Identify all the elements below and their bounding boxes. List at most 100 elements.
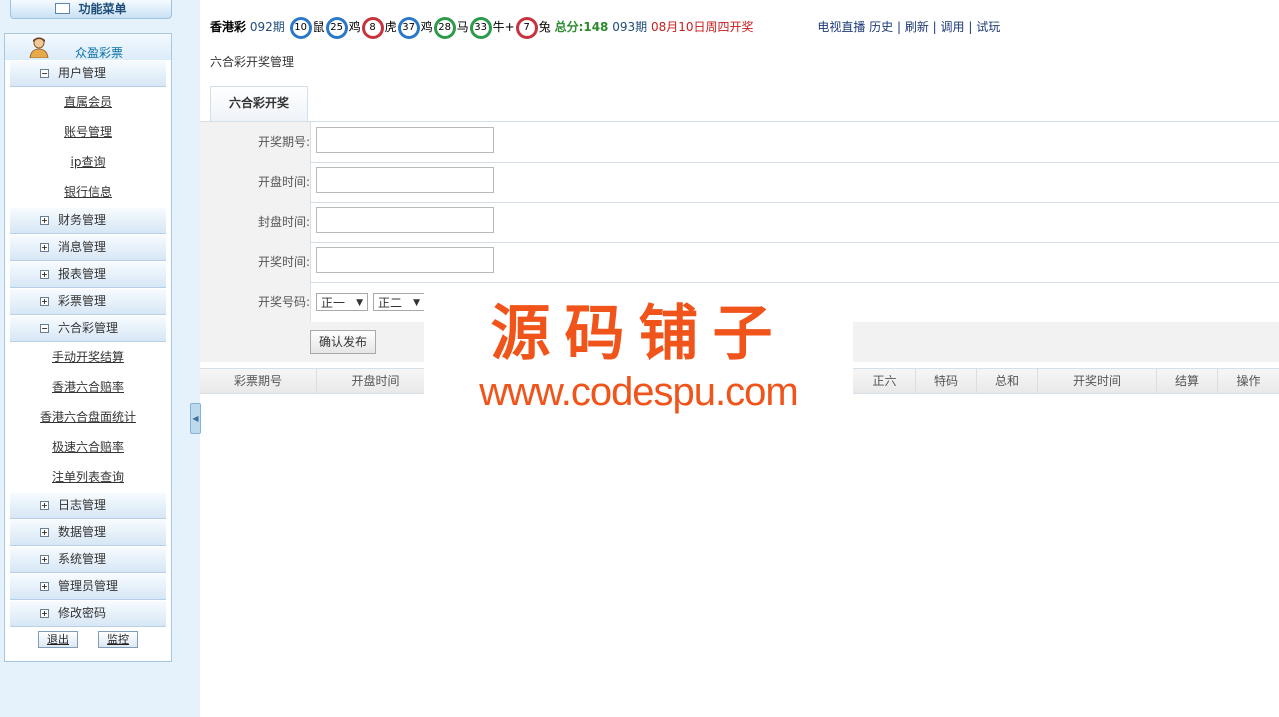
group-system[interactable]: + 系统管理 [10,546,166,573]
menu-item-bank-info[interactable]: 银行信息 [5,177,171,207]
result-balls: 10 鼠 25 鸡 8 虎 37 鸡 28 马 33 牛+ 7 兔 [289,16,551,39]
top-links[interactable]: 电视直播 历史 | 刷新 | 调用 | 试玩 [817,20,1000,34]
group-change-password[interactable]: + 修改密码 [10,600,166,627]
expand-icon: + [40,555,49,564]
result-ball: 37 [397,16,420,39]
open-time-input[interactable] [316,167,494,193]
total-score: 总分:148 [554,20,609,34]
bottom-buttons: 退出 监控 [5,631,171,648]
group-finance[interactable]: + 财务管理 [10,207,166,234]
result-ball: 10 [289,16,312,39]
open-time-label: 开盘时间: [200,162,311,202]
ball-number: 37 [400,19,417,36]
number-select-2[interactable]: 正二 ▼ [373,293,425,311]
menu-icon [55,3,71,14]
expand-icon: + [40,243,49,252]
menu-title: 功能菜单 [10,0,172,19]
ball-zodiac: 鸡 [420,20,433,34]
result-ball: 28 [433,16,456,39]
group-data[interactable]: + 数据管理 [10,519,166,546]
ball-number: 25 [328,19,345,36]
result-ball: 25 [325,16,348,39]
menu-item-manual-draw[interactable]: 手动开奖结算 [5,342,171,372]
period-label: 开奖期号: [200,122,311,162]
menu-item-hk-odds[interactable]: 香港六合赔率 [5,372,171,402]
menu-item-hk-stats[interactable]: 香港六合盘面统计 [5,402,171,432]
group-admin[interactable]: + 管理员管理 [10,573,166,600]
numbers-label: 开奖号码: [200,282,311,322]
ball-number: 8 [364,19,381,36]
expand-icon: + [40,582,49,591]
user-avatar-icon [29,37,49,58]
ball-zodiac: 牛+ [492,20,515,34]
monitor-button[interactable]: 监控 [98,631,138,648]
ball-zodiac: 马 [456,20,469,34]
breadcrumb: 六合彩开奖管理 [210,55,295,69]
col-draw-time: 开奖时间 [1038,369,1157,393]
collapse-icon: − [40,69,49,78]
group-lottery[interactable]: + 彩票管理 [10,288,166,315]
form-row-period: 开奖期号: [200,122,1279,163]
result-ball: 7 [515,16,538,39]
confirm-publish-button[interactable]: 确认发布 [310,330,376,354]
collapse-icon: − [40,324,49,333]
expand-icon: + [40,609,49,618]
group-reports[interactable]: + 报表管理 [10,261,166,288]
col-special: 特码 [916,369,977,393]
current-period: 092期 [249,20,285,34]
result-bar: 香港彩 092期 10 鼠 25 鸡 8 虎 37 鸡 28 马 33 牛+ 7 兔 总分:148 093… [210,14,1000,40]
close-time-input[interactable] [316,207,494,233]
menu-item-account-management[interactable]: 账号管理 [5,117,171,147]
ball-zodiac: 鸡 [348,20,361,34]
tab-mark-six-draw[interactable]: 六合彩开奖 [210,86,308,121]
menu-panel: 众盈彩票 − 用户管理 直属会员 账号管理 ip查询 银行信息 + 财务管理 + 消息… [4,33,172,662]
watermark-en: www.codespu.com [479,370,798,414]
user-name[interactable]: 众盈彩票 [75,44,123,61]
col-action: 操作 [1236,374,1261,388]
user-row: 众盈彩票 [5,34,171,60]
draw-time-label: 开奖时间: [200,242,311,282]
ball-number: 10 [292,19,309,36]
next-draw-date: 08月10日周四开奖 [650,20,754,34]
form-row-open-time: 开盘时间: [200,162,1279,203]
watermark-cn: 源码铺子 [490,299,787,369]
group-messages[interactable]: + 消息管理 [10,234,166,261]
result-ball: 33 [469,16,492,39]
expand-icon: + [40,528,49,537]
dropdown-arrow-icon: ▼ [413,298,420,308]
ball-number: 7 [518,19,535,36]
group-mark-six[interactable]: − 六合彩管理 [10,315,166,342]
ball-zodiac: 虎 [384,20,397,34]
watermark: 源码铺子 www.codespu.com [424,292,853,422]
menu-item-ip-query[interactable]: ip查询 [5,147,171,177]
group-user-management[interactable]: − 用户管理 [10,60,166,87]
ball-number: 33 [472,19,489,36]
next-period: 093期 [612,20,648,34]
logout-button[interactable]: 退出 [38,631,78,648]
ball-number: 28 [436,19,453,36]
sidebar-collapse-handle[interactable]: ◀ [190,403,201,434]
menu-item-order-list[interactable]: 注单列表查询 [5,462,171,492]
expand-icon: + [40,270,49,279]
expand-icon: + [40,297,49,306]
ball-zodiac: 兔 [538,20,551,34]
group-logs[interactable]: + 日志管理 [10,492,166,519]
col-open-time: 开盘时间 [317,369,435,393]
lottery-name: 香港彩 [210,20,247,34]
col-period: 彩票期号 [200,369,317,393]
col-z6: 正六 [854,369,916,393]
draw-time-input[interactable] [316,247,494,273]
ball-zodiac: 鼠 [312,20,325,34]
form-row-draw-time: 开奖时间: [200,242,1279,283]
result-ball: 8 [361,16,384,39]
number-select-1[interactable]: 正一 ▼ [316,293,368,311]
close-time-label: 封盘时间: [200,202,311,242]
expand-icon: + [40,501,49,510]
period-input[interactable] [316,127,494,153]
menu-item-direct-members[interactable]: 直属会员 [5,87,171,117]
menu-item-speed-odds[interactable]: 极速六合赔率 [5,432,171,462]
sidebar: 功能菜单 众盈彩票 − 用户管理 直属会员 账号管理 ip查询 银行信息 + 财务管… [0,0,200,717]
form-row-close-time: 封盘时间: [200,202,1279,243]
col-settle: 结算 [1157,369,1218,393]
dropdown-arrow-icon: ▼ [356,298,363,308]
